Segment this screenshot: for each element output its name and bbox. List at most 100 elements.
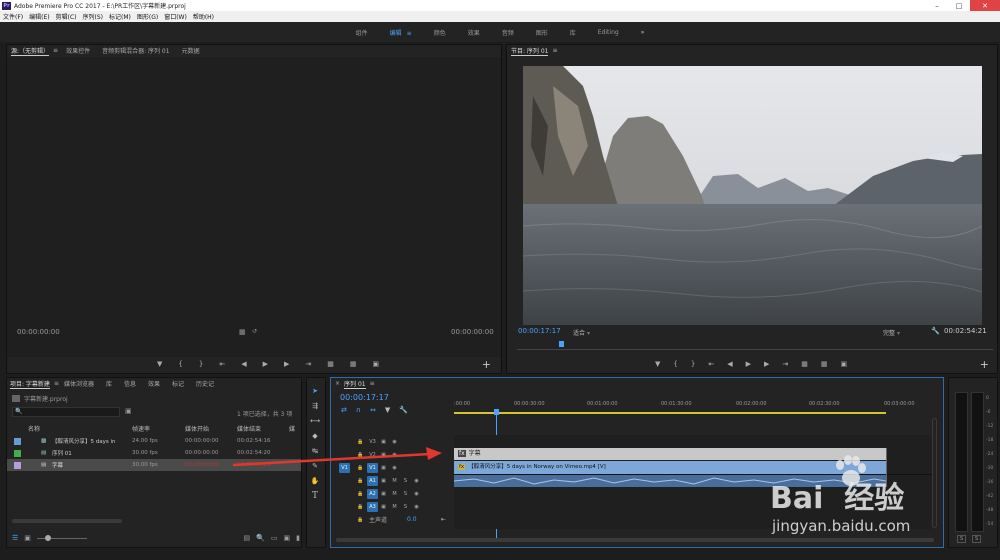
source-export-icon[interactable]: ↺ (252, 328, 257, 335)
wrench-icon[interactable]: 🔧 (931, 327, 940, 335)
project-horizontal-scrollbar[interactable] (12, 519, 122, 523)
timeline-ruler[interactable]: :00:00 00:00:30:00 00:01:00:00 00:01:30:… (454, 400, 915, 416)
program-playhead-icon[interactable] (559, 341, 564, 347)
tab-media-browser[interactable]: 媒体浏览器 (64, 379, 94, 388)
voice-over-icon[interactable]: ◉ (411, 476, 422, 486)
tab-markers[interactable]: 标记 (172, 379, 184, 388)
program-scrub-bar[interactable] (517, 342, 993, 350)
razor-tool-icon[interactable]: ◆ (310, 431, 320, 441)
sync-icon[interactable]: ▣ (378, 450, 389, 460)
lock-icon[interactable]: 🔒 (355, 515, 366, 525)
nest-toggle-icon[interactable]: ⇄ (341, 406, 347, 414)
menu-marker[interactable]: 标记(M) (106, 12, 134, 21)
track-label-a3[interactable]: A3 (367, 501, 378, 512)
pen-tool-icon[interactable]: ✎ (310, 461, 320, 471)
column-media-end[interactable]: 媒体结束 (237, 424, 261, 433)
program-step-fwd-icon[interactable]: ▶ (764, 360, 769, 368)
program-timecode[interactable]: 00:00:17:17 (518, 327, 561, 335)
source-overwrite-icon[interactable]: ▦ (350, 360, 357, 368)
track-select-tool-icon[interactable]: ⇶ (310, 401, 320, 411)
lock-icon[interactable]: 🔒 (355, 450, 366, 460)
sync-icon[interactable]: ▣ (378, 476, 389, 486)
sync-icon[interactable]: ▣ (378, 463, 389, 473)
program-menu-icon[interactable]: ≡ (552, 47, 557, 54)
source-insert-icon[interactable]: ▦ (327, 360, 334, 368)
source-play-icon[interactable]: ▶ (263, 360, 268, 368)
project-search-input[interactable]: 🔍 (12, 407, 120, 417)
workspaces-overflow-icon[interactable]: » (630, 29, 656, 36)
track-label-v3[interactable]: V3 (367, 437, 378, 447)
snap-icon[interactable]: ∩ (356, 406, 361, 414)
track-label-a2[interactable]: A2 (367, 488, 378, 499)
tab-project[interactable]: 项目: 字幕新建 (10, 379, 50, 389)
minimize-button[interactable]: – (926, 0, 948, 11)
source-mark-in-icon[interactable]: { (178, 360, 182, 368)
workspace-editing-alt[interactable]: Editing (587, 29, 630, 36)
tab-libraries[interactable]: 库 (106, 379, 112, 388)
track-label-v2[interactable]: V2 (367, 450, 378, 460)
track-label-a1[interactable]: A1 (367, 475, 378, 486)
menu-clip[interactable]: 剪辑(C) (53, 12, 80, 21)
timeline-menu-icon[interactable]: ≡ (370, 380, 375, 387)
program-mark-in-icon[interactable]: { (673, 360, 677, 368)
master-expand-icon[interactable]: ⇤ (441, 516, 446, 523)
list-item[interactable]: ▩ 【醇清风分享】5 days in 24.00 fps 00:00:00:00… (7, 435, 301, 447)
program-go-out-icon[interactable]: ⇥ (782, 360, 788, 368)
lock-icon[interactable]: 🔒 (355, 502, 366, 512)
tab-program[interactable]: 节目: 序列 01 (511, 46, 549, 56)
master-track-value[interactable]: 0.0 (407, 516, 417, 523)
timeline-close-icon[interactable]: × (335, 380, 340, 387)
lock-icon[interactable]: 🔒 (355, 463, 366, 473)
column-name[interactable]: 名称 (28, 424, 40, 433)
source-camera-icon[interactable]: ▣ (373, 360, 380, 368)
timeline-timecode[interactable]: 00:00:17:17 (340, 393, 389, 402)
sync-icon[interactable]: ▣ (378, 502, 389, 512)
menu-window[interactable]: 窗口(W) (161, 12, 190, 21)
mute-button[interactable]: M (389, 489, 400, 499)
source-add-button-icon[interactable]: + (482, 358, 491, 371)
source-step-fwd-icon[interactable]: ▶ (284, 360, 289, 368)
menu-sequence[interactable]: 序列(S) (80, 12, 107, 21)
tab-metadata[interactable]: 元数据 (182, 46, 200, 55)
source-step-back-icon[interactable]: ◀ (241, 360, 246, 368)
icon-view-icon[interactable]: ▣ (24, 534, 31, 542)
program-extract-icon[interactable]: ▦ (821, 360, 828, 368)
work-area-bar[interactable] (454, 412, 886, 414)
solo-button[interactable]: S (400, 502, 411, 512)
workspace-color[interactable]: 颜色 (423, 28, 457, 37)
eye-icon[interactable]: ◉ (389, 450, 400, 460)
workspace-effects[interactable]: 效果 (457, 28, 491, 37)
column-media-start[interactable]: 媒体开始 (185, 424, 209, 433)
source-settings-icon[interactable]: ▦ (239, 328, 246, 336)
selection-tool-icon[interactable]: ➤ (310, 386, 320, 396)
mute-button[interactable]: M (389, 502, 400, 512)
program-quality-dropdown[interactable]: 完整 ▾ (883, 328, 900, 337)
hand-tool-icon[interactable]: ✋ (310, 476, 320, 486)
tab-info[interactable]: 信息 (124, 379, 136, 388)
eye-icon[interactable]: ◉ (389, 463, 400, 473)
new-bin-from-search-icon[interactable]: ▣ (125, 407, 132, 415)
new-item-icon[interactable]: ▣ (284, 534, 291, 542)
list-view-icon[interactable]: ☰ (12, 534, 18, 542)
solo-button[interactable]: S (400, 476, 411, 486)
delete-icon[interactable]: ▮ (296, 534, 300, 542)
sync-icon[interactable]: ▣ (378, 437, 389, 447)
lock-icon[interactable]: 🔒 (355, 489, 366, 499)
project-menu-icon[interactable]: ≡ (54, 380, 59, 387)
maximize-button[interactable]: □ (948, 0, 970, 11)
solo-button[interactable]: S (400, 489, 411, 499)
source-go-in-icon[interactable]: ⇤ (219, 360, 225, 368)
panel-menu-icon[interactable]: ≡ (53, 47, 58, 54)
source-marker-icon[interactable]: ▼ (157, 360, 162, 368)
tab-effect-controls[interactable]: 效果控件 (66, 46, 90, 55)
close-button[interactable]: ✕ (970, 0, 1000, 11)
lock-icon[interactable]: 🔒 (355, 437, 366, 447)
menu-graphics[interactable]: 图形(G) (134, 12, 161, 21)
track-label-v1[interactable]: V1 (367, 462, 378, 473)
menu-file[interactable]: 文件(F) (0, 12, 26, 21)
voice-over-icon[interactable]: ◉ (411, 489, 422, 499)
program-marker-icon[interactable]: ▼ (655, 360, 660, 368)
eye-icon[interactable]: ◉ (389, 437, 400, 447)
source-patch-v1[interactable]: V1 (339, 462, 350, 473)
column-frame-rate[interactable]: 帧速率 (132, 424, 150, 433)
